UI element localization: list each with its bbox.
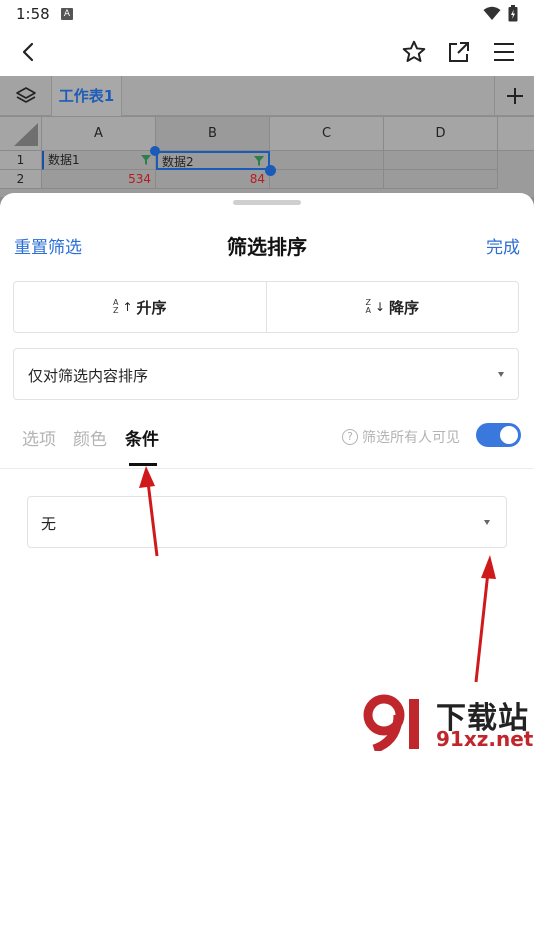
arrow-annotation-1: [139, 466, 159, 557]
annotation-arrows: [139, 466, 496, 683]
watermark-logo-icon: [363, 694, 419, 751]
site-watermark: 下载站 91xz.net: [360, 693, 534, 753]
watermark-url: 91xz.net: [436, 727, 534, 751]
arrow-annotation-2: [474, 555, 496, 683]
